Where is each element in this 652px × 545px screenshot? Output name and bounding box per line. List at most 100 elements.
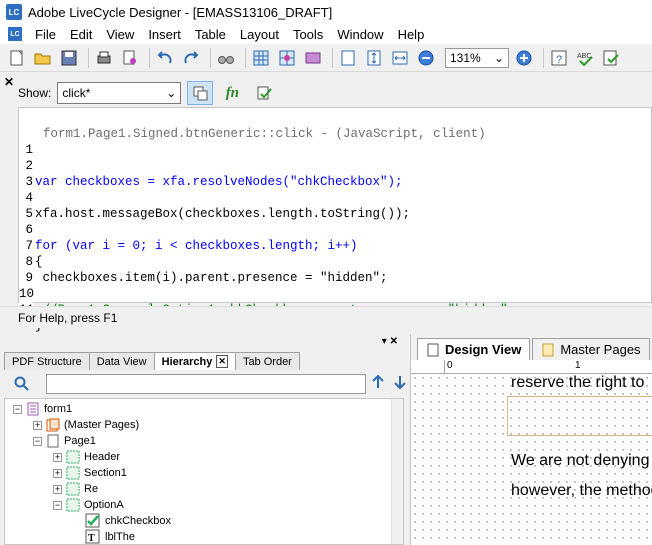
tree-item-header[interactable]: + Header (53, 449, 120, 465)
zoom-in-icon[interactable] (513, 47, 535, 69)
tree-expander[interactable]: − (33, 436, 42, 446)
new-document-icon[interactable] (6, 47, 28, 69)
show-events-button[interactable] (187, 81, 214, 105)
print-icon[interactable] (93, 47, 115, 69)
chevron-down-icon: ⌄ (493, 50, 504, 65)
horizontal-ruler: 0 1 (411, 360, 652, 374)
page-icon[interactable] (337, 47, 359, 69)
tree-label: (Master Pages) (64, 419, 140, 431)
tree-expander[interactable]: − (53, 500, 62, 510)
function-icon: fn (225, 84, 240, 101)
tree-item-form1[interactable]: − form1 (13, 401, 72, 417)
code-line: 1 (19, 126, 652, 158)
event-value: click* (62, 86, 91, 100)
ruler-mark: 1 (575, 360, 581, 371)
menu-edit[interactable]: Edit (63, 27, 99, 42)
design-tabs: Design View Master Pages (411, 334, 652, 360)
design-canvas[interactable]: reserve the right to We are not denying … (411, 374, 652, 545)
tree-expander[interactable]: + (33, 420, 42, 430)
toolbar-divider (543, 47, 544, 68)
hierarchy-tree: − form1 + (Master Pages) − Page1 + Heade… (4, 398, 404, 545)
checkbox-icon (85, 513, 100, 528)
menu-insert[interactable]: Insert (141, 27, 188, 42)
tree-expander[interactable]: + (53, 468, 62, 478)
function-button[interactable]: fn (219, 81, 245, 105)
menu-window[interactable]: Window (330, 27, 390, 42)
tree-scrollbar[interactable] (391, 399, 403, 544)
zoom-value: 131% (450, 50, 481, 65)
tab-data-view[interactable]: Data View (88, 352, 155, 370)
tab-label: Hierarchy (161, 355, 213, 368)
tree-item-master-pages[interactable]: + (Master Pages) (33, 417, 139, 433)
menu-layout[interactable]: Layout (233, 27, 286, 42)
status-help-text: For Help, press F1 (18, 310, 118, 325)
snap-grid-icon[interactable] (276, 47, 298, 69)
code-line: 2 var checkboxes = xfa.resolveNodes("chk… (19, 142, 652, 189)
menu-tools[interactable]: Tools (286, 27, 330, 42)
check-form-icon[interactable] (600, 47, 622, 69)
tree-label: Page1 (64, 435, 96, 447)
tab-master-pages[interactable]: Master Pages (532, 338, 650, 360)
canvas-field[interactable] (507, 396, 652, 436)
tree-expander[interactable]: + (53, 452, 62, 462)
spell-check-icon[interactable]: ABC (574, 47, 596, 69)
tree-item-optiona[interactable]: − OptionA (53, 497, 124, 513)
tab-label: PDF Structure (12, 355, 82, 368)
code-line: 4 xfa.host.messageBox(checkboxes.length.… (19, 174, 652, 221)
highlight-icon[interactable] (302, 47, 324, 69)
hierarchy-search-row (10, 374, 406, 394)
close-icon[interactable]: ✕ (4, 75, 14, 89)
pin-icon[interactable]: ▾ (382, 336, 387, 347)
tree-item-chkcheckbox[interactable]: chkCheckbox (85, 513, 171, 529)
search-icon[interactable] (14, 376, 30, 392)
close-icon[interactable]: ✕ (216, 355, 228, 368)
arrow-down-icon[interactable] (392, 374, 408, 390)
save-icon[interactable] (58, 47, 80, 69)
preview-icon[interactable] (119, 47, 141, 69)
binoculars-icon[interactable] (215, 47, 237, 69)
tree-expander[interactable]: − (13, 404, 22, 414)
page-icon (47, 434, 59, 448)
arrow-up-icon[interactable] (370, 374, 386, 390)
canvas-text[interactable]: however, the method (511, 482, 652, 500)
tab-design-view[interactable]: Design View (417, 338, 531, 360)
form-icon (27, 402, 39, 416)
close-icon[interactable]: ✕ (390, 336, 398, 347)
nav-arrows (370, 374, 408, 390)
redo-icon[interactable] (180, 47, 202, 69)
tab-pdf-structure[interactable]: PDF Structure (4, 352, 90, 370)
search-input[interactable] (46, 374, 366, 394)
tree-label: Section1 (84, 467, 127, 479)
tab-tab-order[interactable]: Tab Order (234, 352, 300, 370)
tree-item-section1[interactable]: + Section1 (53, 465, 127, 481)
event-select[interactable]: click* ⌄ (57, 82, 182, 104)
page-icon (427, 343, 439, 356)
check-syntax-button[interactable] (251, 81, 277, 105)
grid-icon[interactable] (250, 47, 272, 69)
ruler-corner (411, 360, 445, 374)
fit-width-icon[interactable] (389, 47, 411, 69)
canvas-text[interactable]: We are not denying (511, 452, 649, 470)
tree-item-page1[interactable]: − Page1 (33, 433, 96, 449)
tree-expander[interactable]: + (53, 484, 62, 494)
tab-label: Master Pages (560, 342, 641, 357)
menu-help[interactable]: Help (391, 27, 432, 42)
menu-file[interactable]: File (28, 27, 63, 42)
tab-hierarchy[interactable]: Hierarchy ✕ (153, 352, 236, 370)
tree-item-lblthe[interactable]: T lblThe (85, 529, 135, 545)
canvas-text[interactable]: reserve the right to (511, 374, 644, 392)
zoom-select[interactable]: 131% ⌄ (445, 47, 509, 68)
code-line: 7 { (19, 222, 652, 269)
open-folder-icon[interactable] (32, 47, 54, 69)
main-toolbar: 131% ⌄ ? ABC (0, 44, 652, 72)
text-object-icon: T (85, 529, 100, 544)
document-icon[interactable]: LC (8, 27, 22, 41)
menu-table[interactable]: Table (188, 27, 233, 42)
zoom-out-icon[interactable] (415, 47, 437, 69)
undo-icon[interactable] (154, 47, 176, 69)
script-code-editor[interactable]: form1.Page1.Signed.btnGeneric::click - (… (18, 107, 652, 333)
menu-view[interactable]: View (99, 27, 141, 42)
tree-item-re[interactable]: + Re (53, 481, 98, 497)
help-info-icon[interactable]: ? (548, 47, 570, 69)
fit-height-icon[interactable] (363, 47, 385, 69)
